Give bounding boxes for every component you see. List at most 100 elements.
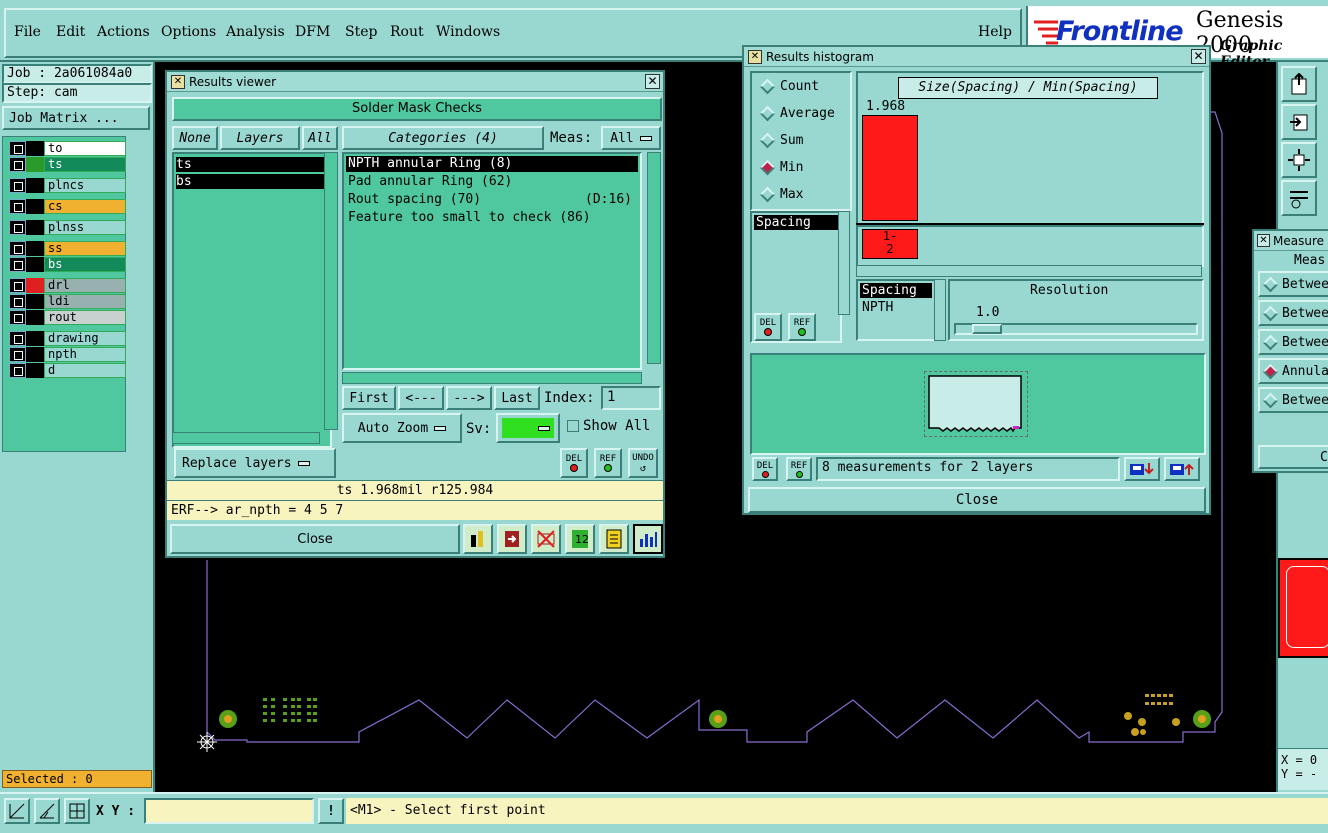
replace-layers-dropdown[interactable]: Replace layers [174,448,336,478]
none-button[interactable]: None [172,126,218,150]
layer-row-drawing[interactable]: drawing [9,331,126,346]
layer-color-swatch[interactable] [26,220,44,235]
hist-ref-button[interactable]: REF [788,313,816,341]
layer-list-vscrollbar[interactable] [324,152,338,430]
category-item[interactable]: Feature too small to check (86) [346,210,638,226]
layer-checkbox[interactable] [9,141,26,156]
list2-npth[interactable]: NPTH [858,300,934,315]
prev-button[interactable]: <--- [398,386,444,410]
layer-name[interactable]: ss [44,241,126,256]
save-up-icon[interactable] [1164,457,1200,481]
xy-input[interactable] [144,798,314,824]
job-matrix-button[interactable]: Job Matrix ... [2,106,150,130]
layer-result-bs[interactable]: bs [176,174,328,189]
histogram-bar[interactable] [862,115,918,221]
layer-checkbox[interactable] [9,199,26,214]
menu-options[interactable]: Options [161,24,216,40]
toolbar-fit-icon[interactable] [1281,142,1317,178]
layer-row-cs[interactable]: cs [9,199,126,214]
preview-del-button[interactable]: DEL [752,457,778,481]
layer-row-ldi[interactable]: ldi [9,294,126,309]
layer-checkbox[interactable] [9,294,26,309]
layers-button[interactable]: Layers [220,126,300,150]
undo-button[interactable]: UNDO ↺ [628,448,658,478]
layer-name[interactable]: ldi [44,294,126,309]
radio-diamond-icon[interactable] [1262,392,1279,409]
layer-row-npth[interactable]: npth [9,347,126,362]
measure-item[interactable]: Betwee [1258,329,1328,355]
report-tool-icon[interactable] [599,524,629,554]
sv-color-dropdown[interactable] [496,413,560,443]
layer-color-swatch[interactable] [26,363,44,378]
radio-diamond-icon[interactable] [759,78,776,95]
menu-file[interactable]: File [14,24,41,40]
layer-row-ts[interactable]: ts [9,157,126,172]
toolbar-tools-icon[interactable] [1281,180,1317,216]
layer-row-drl[interactable]: drl [9,278,126,293]
resolution-slider-thumb[interactable] [972,324,1002,334]
layer-row-to[interactable]: to [9,141,126,156]
menu-rout[interactable]: Rout [390,24,424,40]
export-tool-icon[interactable] [497,524,527,554]
bin-1-2[interactable]: 1- 2 [862,229,918,259]
radio-diamond-icon[interactable] [1262,363,1279,380]
layer-name[interactable]: rout [44,310,126,325]
layer-checkbox[interactable] [9,157,26,172]
menu-actions[interactable]: Actions [97,24,150,40]
resolution-slider[interactable] [954,323,1198,335]
layer-list-hscrollbar[interactable] [172,432,320,444]
layer-name[interactable]: plnss [44,220,126,235]
meas-dropdown[interactable]: All [601,126,661,150]
menu-help[interactable]: Help [978,24,1012,40]
all-button[interactable]: All [302,126,338,150]
index-input[interactable]: 1 [601,386,661,410]
save-down-icon[interactable] [1124,457,1160,481]
radio-diamond-icon[interactable] [759,105,776,122]
measure-bottom-button[interactable]: C [1258,445,1328,469]
chart-tool-icon[interactable] [633,524,663,554]
show-all-checkbox[interactable] [567,420,579,432]
layer-color-swatch[interactable] [26,278,44,293]
layer-name[interactable]: plncs [44,178,126,193]
layer-color-swatch[interactable] [26,141,44,156]
option-sum[interactable]: Sum [752,131,848,151]
layer-checkbox[interactable] [9,241,26,256]
list2-scrollbar[interactable] [934,279,946,341]
toolbar-open-icon[interactable] [1281,66,1317,102]
menu-edit[interactable]: Edit [56,24,85,40]
preview-ref-button[interactable]: REF [786,457,812,481]
layer-row-rout[interactable]: rout [9,310,126,325]
layer-checkbox[interactable] [9,331,26,346]
category-hscrollbar[interactable] [342,372,642,384]
layer-name[interactable]: ts [44,157,126,172]
layer-color-swatch[interactable] [26,331,44,346]
layer-color-swatch[interactable] [26,310,44,325]
auto-zoom-dropdown[interactable]: Auto Zoom [342,413,462,443]
histogram-close-button[interactable]: Close [748,487,1206,513]
layer-row-ss[interactable]: ss [9,241,126,256]
layer-name[interactable]: d [44,363,126,378]
angle-tool-icon[interactable] [34,798,60,824]
menu-step[interactable]: Step [345,24,377,40]
menu-dfm[interactable]: DFM [295,24,330,40]
option-min[interactable]: Min [752,158,848,178]
close-window-icon[interactable]: ✕ [645,74,660,89]
menu-windows[interactable]: Windows [436,24,500,40]
measure-item[interactable]: Annula [1258,358,1328,384]
layer-row-plncs[interactable]: plncs [9,178,126,193]
window-menu-icon[interactable]: ✕ [748,49,762,64]
category-vscrollbar[interactable] [647,152,661,364]
option-count[interactable]: Count [752,77,848,97]
meas-list-scrollbar[interactable] [838,211,850,315]
option-average[interactable]: Average [752,104,848,124]
histogram-tool-icon[interactable] [463,524,493,554]
layer-name[interactable]: cs [44,199,126,214]
radio-diamond-icon[interactable] [1262,276,1279,293]
layer-checkbox[interactable] [9,347,26,362]
meas-list-spacing[interactable]: Spacing [754,215,838,230]
option-max[interactable]: Max [752,185,848,205]
layer-color-swatch[interactable] [26,157,44,172]
layer-result-ts[interactable]: ts [176,157,328,172]
layer-checkbox[interactable] [9,310,26,325]
category-item[interactable]: NPTH annular Ring (8) [346,156,638,172]
